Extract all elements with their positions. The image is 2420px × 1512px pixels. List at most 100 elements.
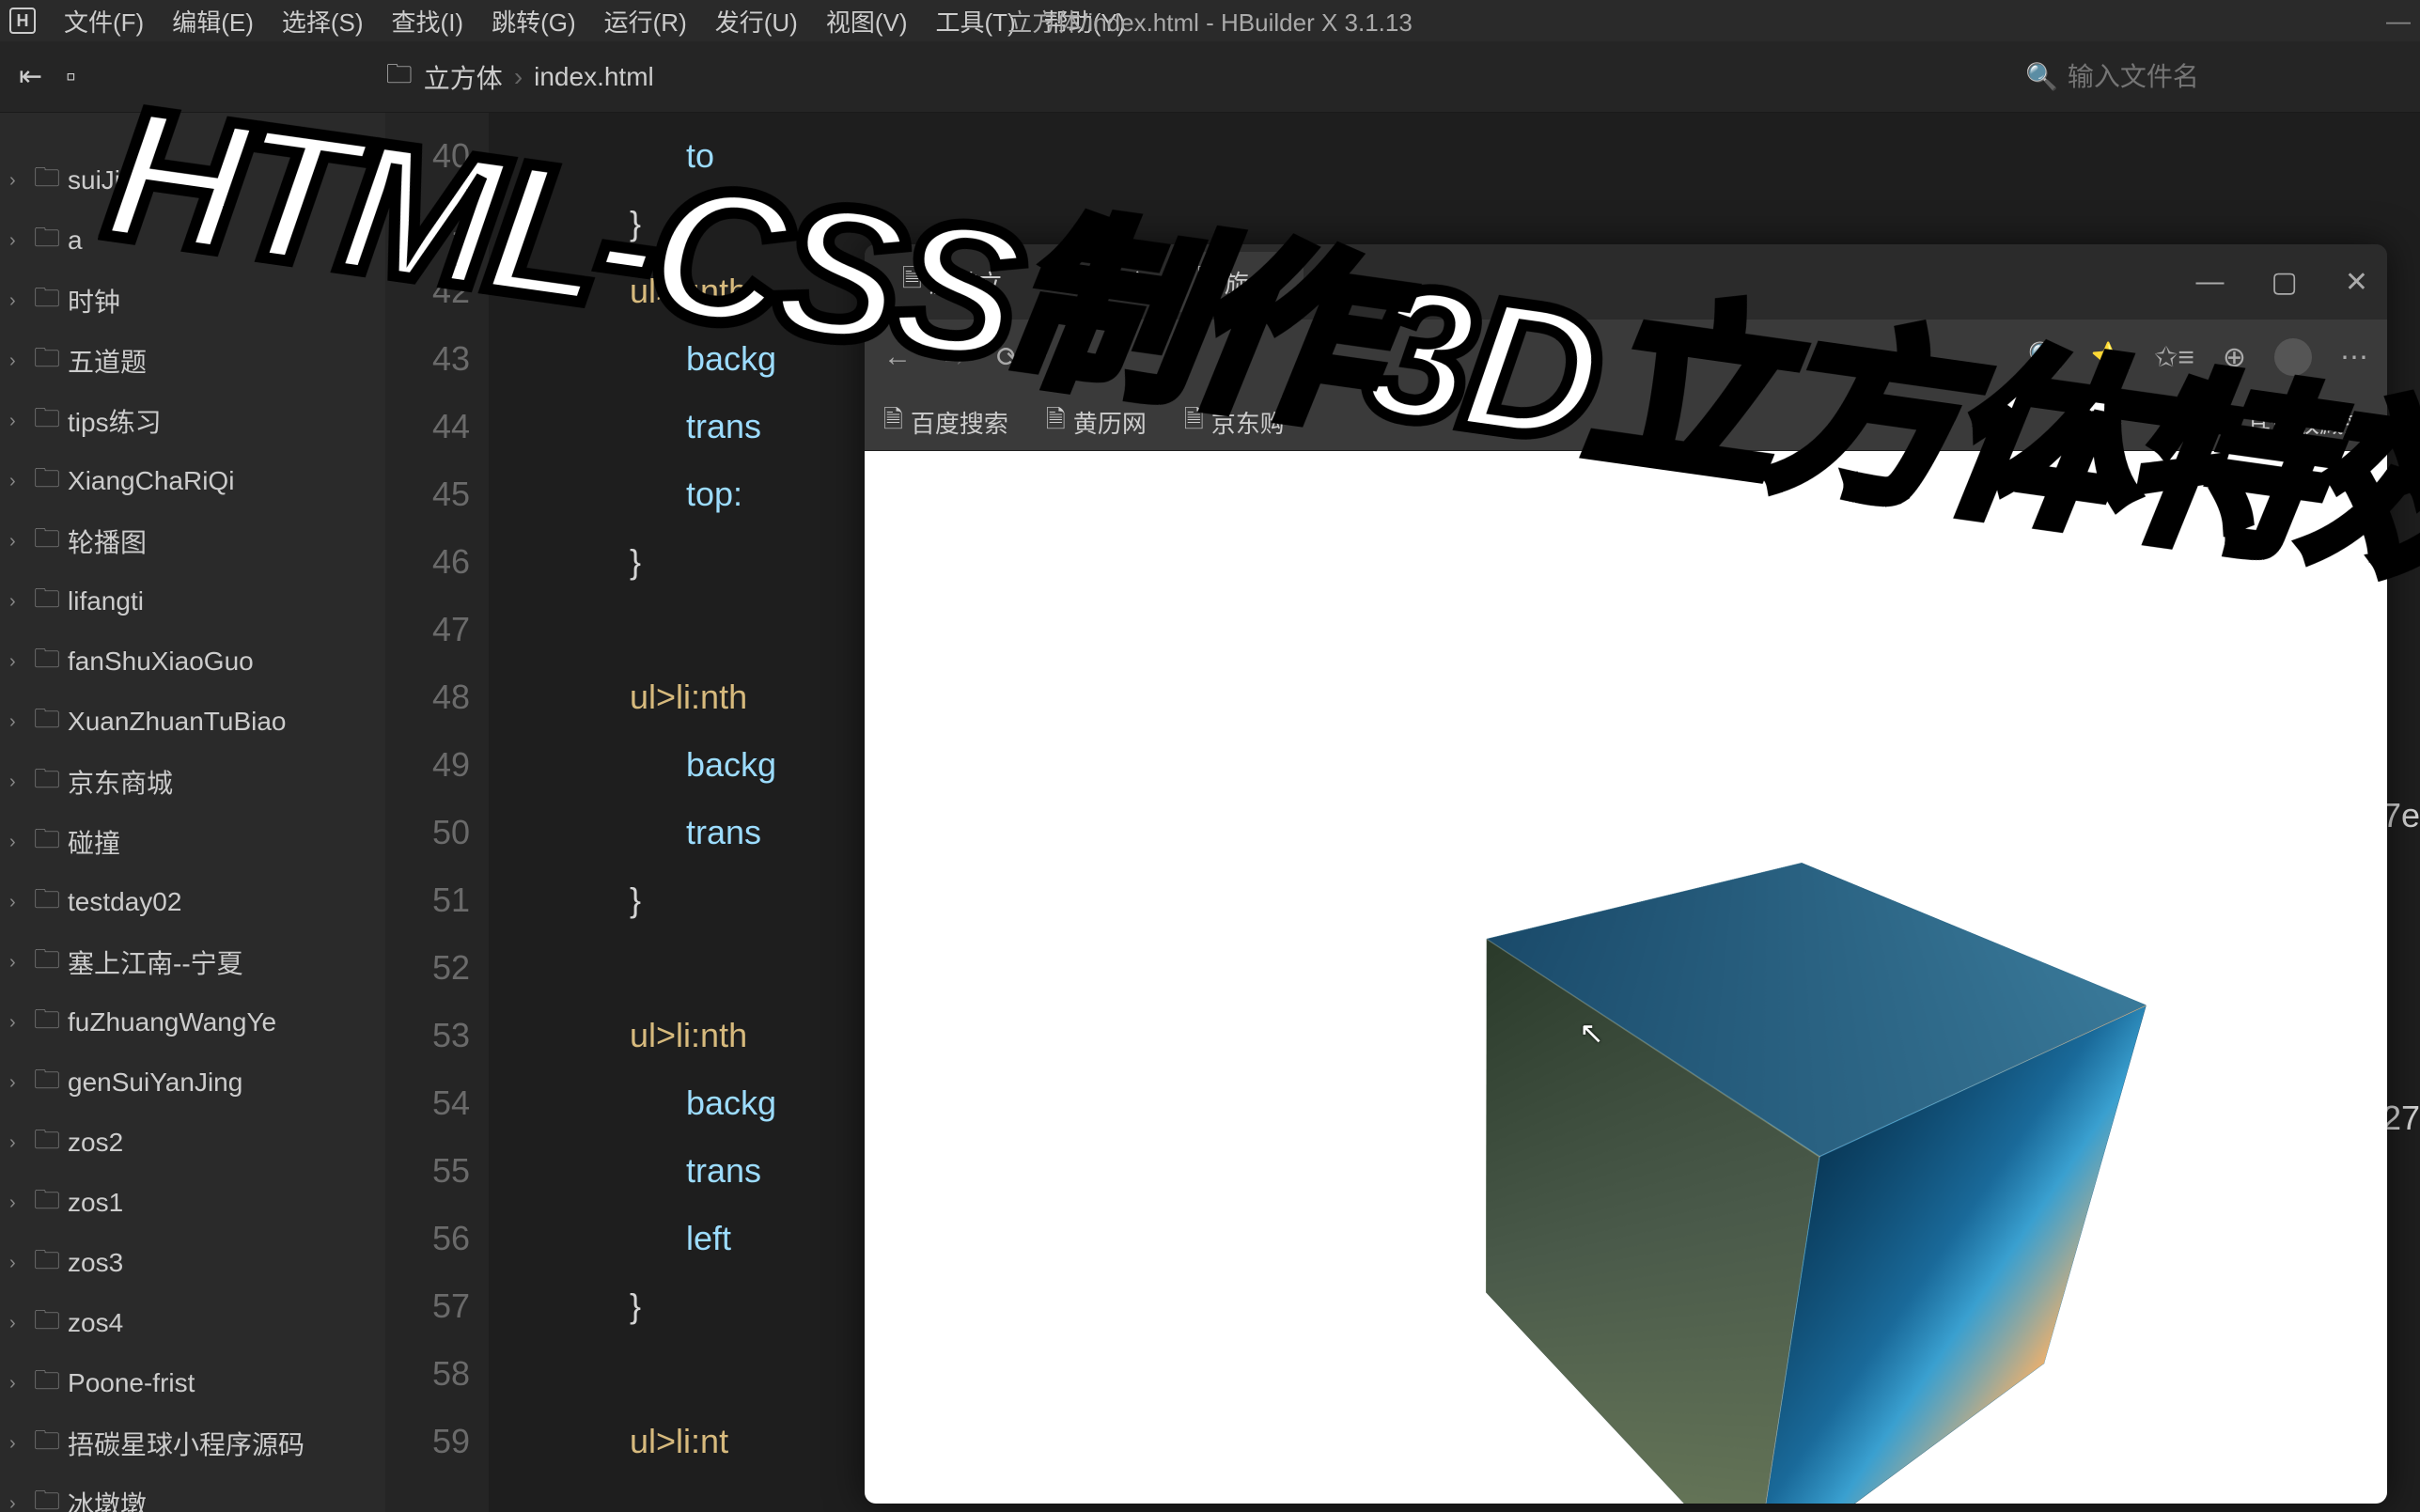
tree-folder[interactable]: ›🗀suiJiDianMing	[0, 150, 385, 210]
menu-item[interactable]: 查找(I)	[392, 4, 464, 39]
folder-icon: 🗀	[34, 940, 60, 985]
tab-label: 旋转立	[929, 265, 1003, 300]
chevron-right-icon: ›	[9, 1433, 26, 1455]
folder-icon: 🗀	[34, 759, 60, 804]
chevron-right-icon: ›	[514, 62, 523, 92]
folder-icon: 🗀	[34, 1301, 60, 1346]
tree-label: 时钟	[68, 282, 120, 320]
chevron-right-icon: ›	[9, 1253, 26, 1274]
breadcrumb[interactable]: 🗀 立方体 › index.html	[386, 55, 654, 100]
tree-folder[interactable]: ›🗀zos4	[0, 1293, 385, 1353]
file-icon: 🗎	[1184, 402, 1204, 444]
menu-item[interactable]: 工具(T)	[936, 4, 1016, 39]
folder-icon: 🗀	[34, 158, 60, 203]
folder-icon: 🗀	[34, 398, 60, 444]
chevron-right-icon[interactable]: ›	[2181, 408, 2190, 437]
tree-folder[interactable]: › 🗀 zos3	[0, 1233, 385, 1293]
chevron-right-icon: ›	[9, 411, 26, 432]
folder-icon: 🗀	[34, 519, 60, 564]
chevron-right-icon: ›	[9, 1132, 26, 1154]
menu-item[interactable]: 文件(F)	[64, 4, 144, 39]
tree-folder[interactable]: ›🗀五道题	[0, 331, 385, 391]
folder-icon: 🗀	[34, 639, 60, 684]
menu-item[interactable]: 编辑(E)	[172, 4, 254, 39]
tree-folder[interactable]: ›🗀塞上江南--宁夏	[0, 932, 385, 992]
tree-folder[interactable]: ›🗀轮播图	[0, 511, 385, 571]
browser-tab[interactable]: 🗎旋转立	[883, 252, 1022, 312]
tree-label: 塞上江南--宁夏	[68, 943, 243, 981]
tree-folder[interactable]: ›🗀捂碳星球小程序源码	[0, 1413, 385, 1473]
chevron-right-icon: ›	[9, 591, 26, 613]
search-icon: 🔍	[2025, 61, 2058, 92]
tree-folder[interactable]: ›🗀lifangti	[0, 571, 385, 631]
tree-folder[interactable]: ›🗀Poone-frist	[0, 1353, 385, 1413]
save-icon[interactable]: ▫	[66, 61, 76, 93]
code-content[interactable]: to}ul>li:nthbackgtranstop:}ul>li:nthback…	[489, 113, 776, 1512]
tree-label: 冰墩墩	[68, 1485, 147, 1512]
menu-item[interactable]: 选择(S)	[282, 4, 364, 39]
favorite-link[interactable]: 🗎黄历网	[1046, 402, 1147, 444]
browser-tab[interactable]: 🗎旋转立	[1031, 252, 1169, 312]
refresh-button[interactable]: ⟳	[996, 341, 1020, 374]
favorite-link[interactable]: 🗎百度搜索	[883, 402, 1008, 444]
forward-button[interactable]: →	[940, 341, 968, 373]
tree-folder[interactable]: › 🗀tips练习	[0, 391, 385, 451]
folder-icon: 🗀	[34, 1240, 60, 1286]
new-tab-button[interactable]: +	[1332, 264, 1351, 301]
tree-label: a	[68, 226, 83, 256]
tree-folder[interactable]: ›🗀fuZhuangWangYe	[0, 992, 385, 1052]
tree-folder[interactable]: ›🗀碰撞	[0, 812, 385, 872]
close-icon[interactable]: ✕	[2345, 266, 2368, 299]
favorite-star-icon[interactable]: ⭐	[2091, 341, 2126, 374]
tree-label: fanShuXiaoGuo	[68, 647, 254, 677]
chevron-right-icon: ›	[9, 230, 26, 252]
tree-label: testday02	[68, 887, 181, 917]
menu-item[interactable]: 发行(U)	[715, 4, 798, 39]
close-tab-icon[interactable]: ✕	[1264, 268, 1285, 297]
collections-icon[interactable]: ⊕	[2223, 341, 2246, 374]
chevron-right-icon: ›	[9, 1313, 26, 1334]
menu-item[interactable]: 跳转(G)	[492, 4, 576, 39]
profile-icon[interactable]	[2274, 338, 2312, 376]
file-search[interactable]: 🔍	[2025, 61, 2401, 92]
tree-folder[interactable]: ›🗀fanShuXiaoGuo	[0, 631, 385, 692]
minimize-icon[interactable]: —	[2196, 266, 2225, 299]
other-favorites[interactable]: 其他收藏夹	[2246, 405, 2368, 440]
chevron-right-icon: ›	[9, 1012, 26, 1034]
tree-label: 捂碳星球小程序源码	[68, 1425, 304, 1462]
tree-folder[interactable]: ›🗀京东商城	[0, 752, 385, 812]
tab-label: 旋	[1225, 265, 1249, 300]
tree-folder[interactable]: ›🗀XuanZhuanTuBiao	[0, 692, 385, 752]
breadcrumb-part[interactable]: index.html	[534, 62, 654, 92]
tree-folder[interactable]: ›🗀zos1	[0, 1173, 385, 1233]
favorite-link[interactable]: 🗎京东购	[1184, 402, 1285, 444]
breadcrumb-part[interactable]: 立方体	[424, 58, 503, 96]
tree-label: 京东商城	[68, 763, 173, 801]
tree-folder[interactable]: ›🗀genSuiYanJing	[0, 1052, 385, 1113]
menu-item[interactable]: 运行(R)	[604, 4, 687, 39]
tree-folder[interactable]: ›🗀a	[0, 210, 385, 271]
tree-folder[interactable]: ›🗀zos2	[0, 1113, 385, 1173]
zoom-icon[interactable]: 🔍	[2027, 341, 2062, 374]
folder-icon: 🗀	[34, 1361, 60, 1406]
tree-folder[interactable]: ›🗀XiangChaRiQi	[0, 451, 385, 511]
back-button[interactable]: ←	[883, 341, 912, 373]
folder-icon: 🗀	[34, 1481, 60, 1512]
favorites-icon[interactable]: ✩≡	[2154, 341, 2194, 374]
browser-nav-bar: ← → ⟳ 🔍 ⭐ ✩≡ ⊕ ⋯	[865, 320, 2387, 395]
tree-folder[interactable]: ›🗀冰墩墩	[0, 1473, 385, 1512]
menu-dots-icon[interactable]: ⋯	[2340, 341, 2368, 374]
tree-label: zos3	[68, 1248, 123, 1278]
browser-viewport[interactable]: ↖	[865, 451, 2387, 1504]
maximize-icon[interactable]: ▢	[2272, 266, 2298, 299]
menu-item[interactable]: 视图(V)	[826, 4, 908, 39]
file-explorer[interactable]: ›🗀suiJiDianMing›🗀a›🗀时钟›🗀五道题›🗀tips练习›🗀Xia…	[0, 113, 385, 1512]
search-input[interactable]	[2068, 62, 2407, 92]
tree-folder[interactable]: ›🗀时钟	[0, 271, 385, 331]
toggle-sidebar-icon[interactable]: ⇤	[19, 60, 42, 93]
minimize-button[interactable]: —	[2386, 7, 2411, 36]
tree-folder[interactable]: ›🗀testday02	[0, 872, 385, 932]
tree-label: tips练习	[68, 402, 162, 440]
browser-tab[interactable]: 🗎旋✕	[1179, 252, 1304, 312]
app-logo: H	[9, 8, 36, 34]
